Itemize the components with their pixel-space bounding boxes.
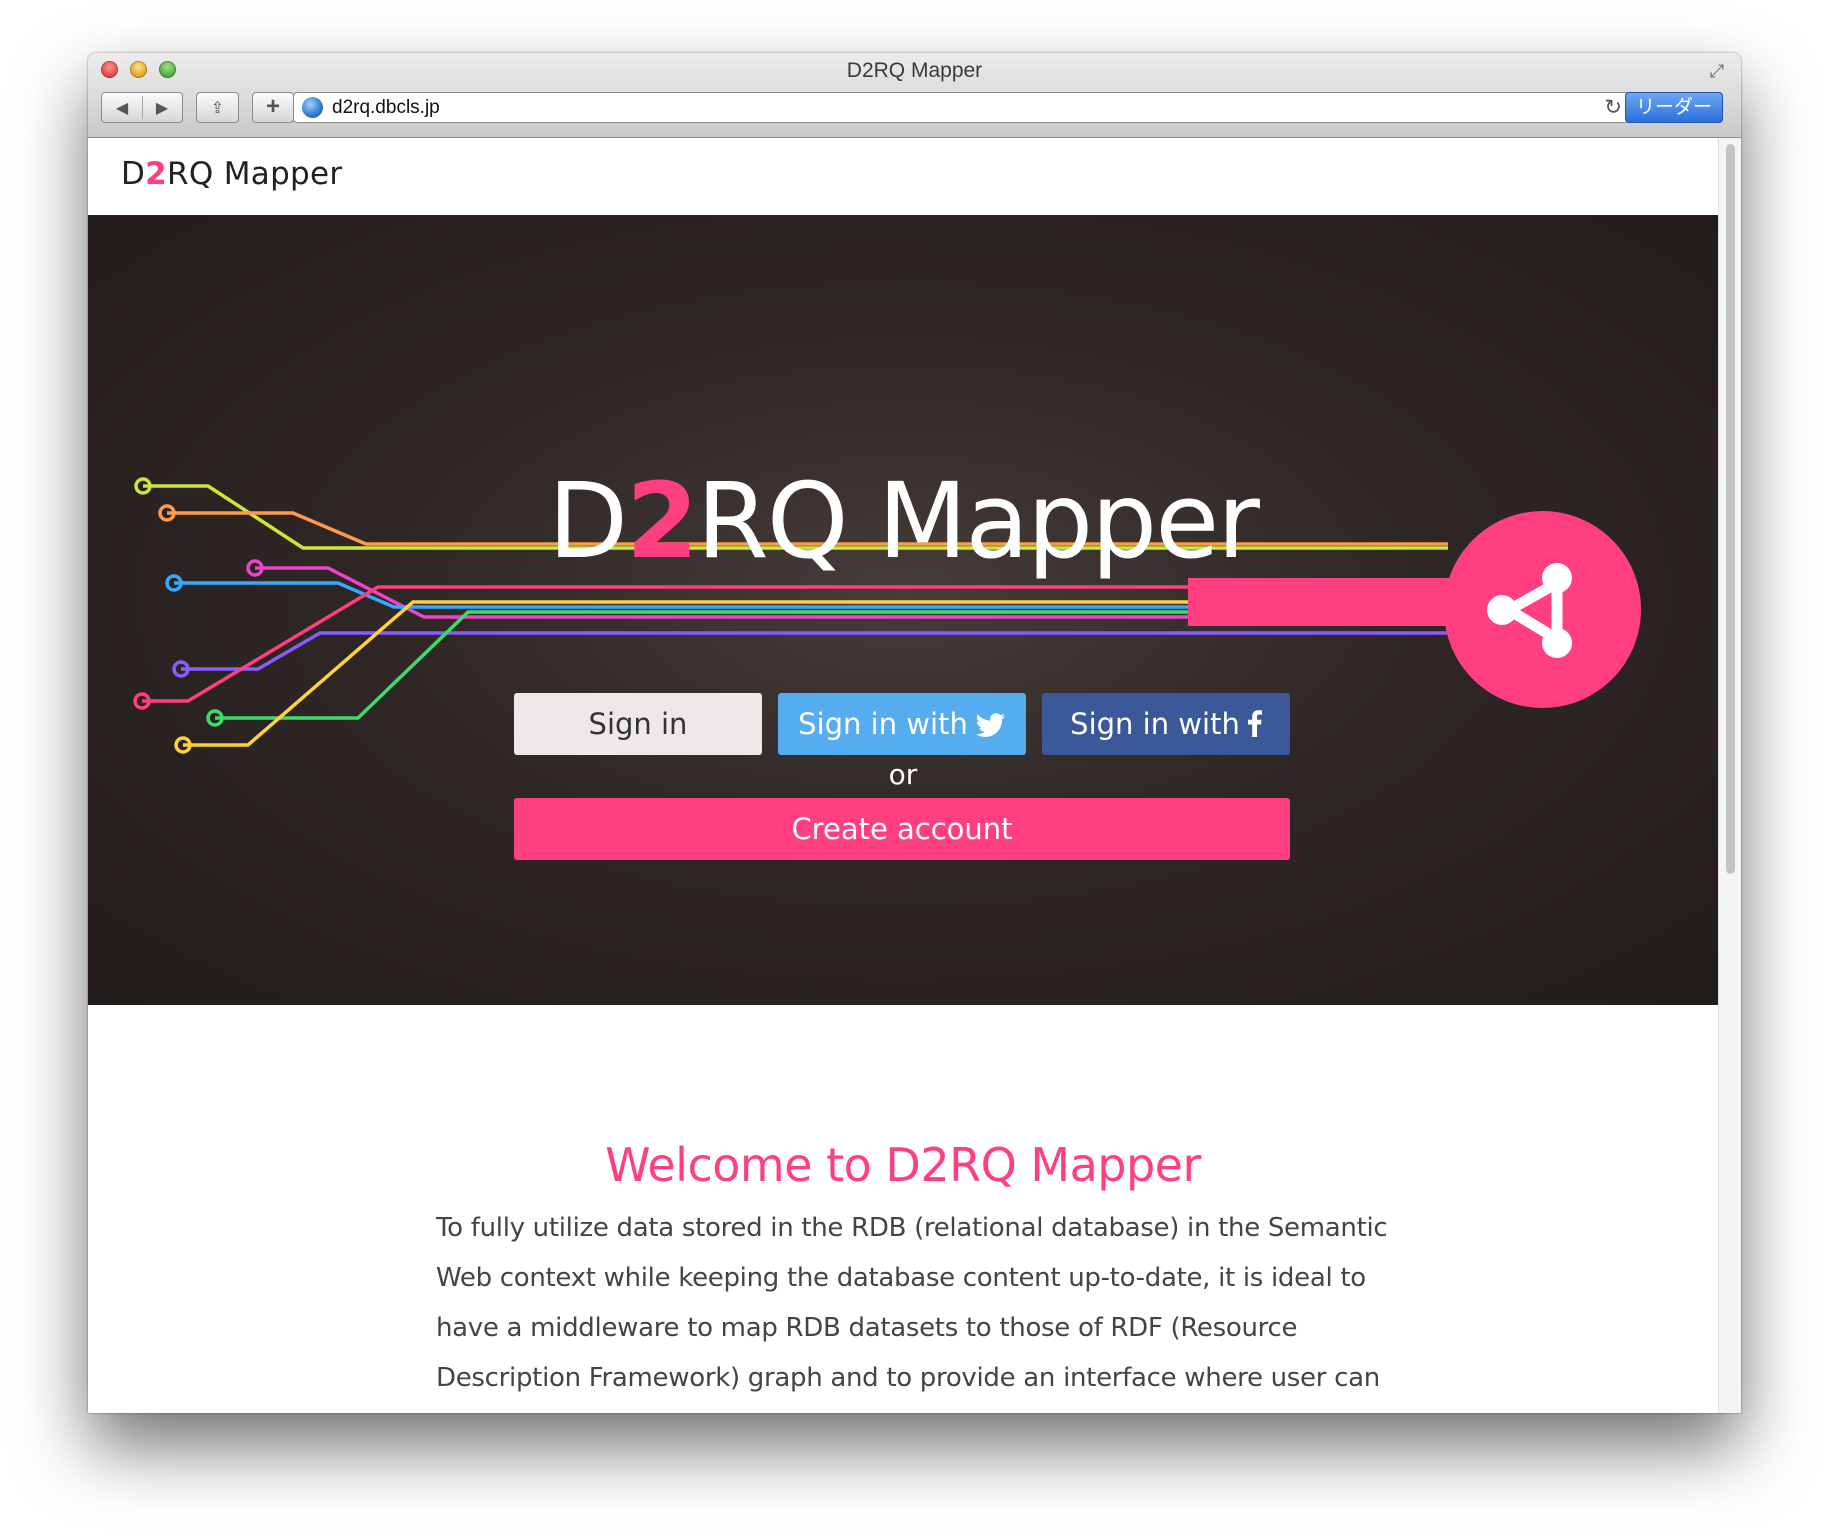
page-viewport: D2RQ Mapper D2RQ Mapper Sign in Sign in … [88,138,1718,1413]
back-forward-group: ◀ ▶ [101,92,183,123]
pink-band [1188,578,1488,626]
reader-button[interactable]: リーダー [1625,92,1723,123]
scrollbar-thumb[interactable] [1726,144,1735,874]
url-text[interactable]: d2rq.dbcls.jp [332,97,440,119]
new-tab-button[interactable]: + [252,92,294,123]
share-button[interactable]: ⇪ [196,92,239,123]
window-title: D2RQ Mapper [846,59,983,82]
browser-window: D2RQ Mapper ⤢ ◀ ▶ ⇪ + d2rq.dbcls.jp ↻ リーダ… [88,53,1741,1413]
nav-divider [142,96,143,119]
vertical-scrollbar[interactable] [1718,138,1741,1413]
site-header: D2RQ Mapper [88,138,1718,215]
facebook-button-label: Sign in with [1070,707,1240,741]
back-button[interactable]: ◀ [102,93,142,124]
hero-title: D2RQ Mapper [88,460,1718,582]
browser-toolbar: D2RQ Mapper ⤢ ◀ ▶ ⇪ + d2rq.dbcls.jp ↻ リーダ… [88,53,1741,138]
sign-in-facebook-button[interactable]: Sign in with [1042,693,1290,755]
twitter-button-label: Sign in with [798,707,968,741]
intro-paragraph: To fully utilize data stored in the RDB … [436,1213,1388,1393]
twitter-icon [975,693,1006,755]
hero-title-suffix: RQ Mapper [696,460,1260,582]
facebook-icon [1247,693,1262,755]
brand-suffix: RQ Mapper [167,156,343,192]
create-account-button[interactable]: Create account [514,798,1290,860]
hero-title-prefix: D [548,460,628,582]
globe-icon [302,97,323,118]
sign-in-twitter-button[interactable]: Sign in with [778,693,1026,755]
brand-accent: 2 [145,156,168,192]
welcome-heading: Welcome to D2RQ Mapper [605,1138,1201,1192]
hero-section: D2RQ Mapper Sign in Sign in with Sign in… [88,215,1718,1005]
sign-in-button[interactable]: Sign in [514,693,762,755]
hero-title-accent: 2 [626,460,698,582]
brand-logo[interactable]: D2RQ Mapper [121,156,342,192]
fullscreen-icon[interactable]: ⤢ [1707,61,1727,81]
or-separator: or [888,758,918,791]
forward-button[interactable]: ▶ [142,93,182,124]
address-bar[interactable]: d2rq.dbcls.jp ↻ リーダー [293,92,1723,123]
brand-prefix: D [121,156,146,192]
reload-icon[interactable]: ↻ [1604,95,1622,120]
